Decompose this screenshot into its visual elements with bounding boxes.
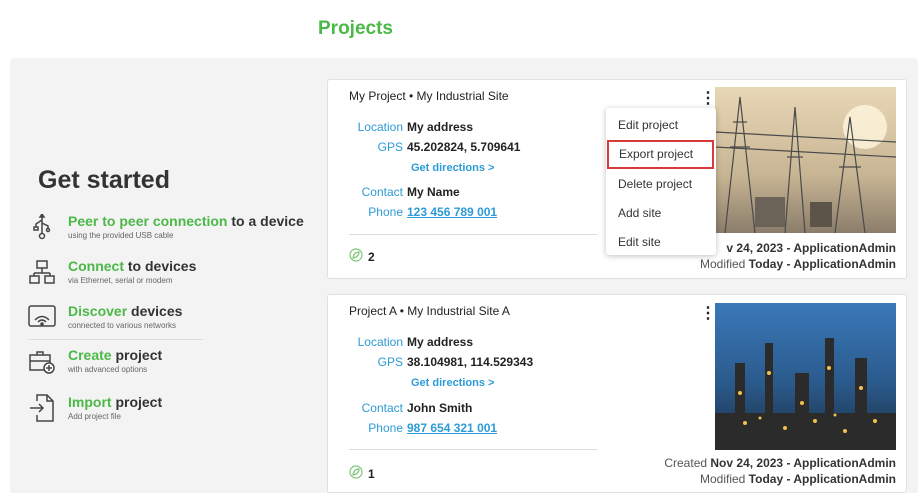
- get-directions-link[interactable]: Get directions >: [411, 162, 494, 174]
- peer-to-peer-rest: to a device: [227, 213, 304, 229]
- project-meta: v 24, 2023 - ApplicationAdmin Modified T…: [700, 240, 896, 272]
- phone-label: Phone: [368, 421, 403, 435]
- gps-value: 38.104981, 114.529343: [407, 355, 534, 369]
- gps-value: 45.202824, 5.709641: [407, 140, 521, 154]
- created-label: Created: [664, 456, 708, 470]
- contact-label: Contact: [361, 401, 403, 415]
- connect-rest: to devices: [124, 258, 197, 274]
- create-project-action[interactable]: Create project with advanced options: [28, 347, 162, 375]
- gps-label: GPS: [377, 140, 403, 154]
- site-count-value: 1: [368, 466, 375, 481]
- project-photo: [715, 303, 896, 450]
- peer-to-peer-sub: using the provided USB cable: [68, 231, 174, 240]
- location-label: Location: [357, 335, 403, 349]
- connect-accent: Connect: [68, 258, 124, 274]
- contact-value: My Name: [407, 185, 460, 199]
- site-leaf-icon: [349, 465, 363, 482]
- connect-sub: via Ethernet, serial or modem: [68, 276, 173, 285]
- contact-value: John Smith: [407, 401, 473, 415]
- modified-label: Modified: [699, 257, 746, 271]
- create-rest: project: [111, 347, 163, 363]
- more-options-icon[interactable]: ⋮: [700, 91, 716, 107]
- contact-label: Contact: [361, 185, 403, 199]
- phone-label: Phone: [368, 205, 403, 219]
- gps-label: GPS: [377, 355, 403, 369]
- import-rest: project: [111, 394, 163, 410]
- modified-value: Today - ApplicationAdmin: [748, 257, 896, 271]
- menu-item-edit-site[interactable]: Edit site: [606, 228, 716, 257]
- import-icon: [28, 394, 56, 422]
- site-count: 2: [349, 248, 375, 265]
- location-label: Location: [357, 120, 403, 134]
- created-value: Nov 24, 2023 - ApplicationAdmin: [710, 456, 896, 470]
- site-count: 1: [349, 465, 375, 482]
- created-value: v 24, 2023 - ApplicationAdmin: [726, 241, 896, 255]
- create-sub: with advanced options: [68, 365, 148, 374]
- peer-to-peer-action[interactable]: Peer to peer connection to a device usin…: [28, 213, 304, 241]
- import-sub: Add project file: [68, 412, 121, 421]
- network-icon: [28, 258, 56, 286]
- peer-to-peer-accent: Peer to peer connection: [68, 213, 228, 229]
- create-project-icon: [28, 347, 56, 375]
- import-project-action[interactable]: Import project Add project file: [28, 394, 162, 422]
- page-title: Projects: [318, 18, 393, 39]
- site-count-value: 2: [368, 249, 375, 264]
- get-started-title: Get started: [38, 166, 170, 194]
- location-value: My address: [407, 120, 474, 134]
- phone-link[interactable]: 987 654 321 001: [407, 421, 497, 435]
- card-divider: [349, 449, 597, 450]
- project-title: Project A • My Industrial Site A: [349, 304, 510, 318]
- card-divider: [349, 234, 597, 235]
- import-accent: Import: [68, 394, 112, 410]
- get-directions-link[interactable]: Get directions >: [411, 377, 494, 389]
- project-meta: Created Nov 24, 2023 - ApplicationAdmin …: [664, 455, 896, 487]
- modified-value: Today - ApplicationAdmin: [748, 472, 896, 486]
- project-photo: [715, 87, 896, 233]
- more-options-icon[interactable]: ⋮: [700, 306, 716, 322]
- get-started-divider: [28, 339, 203, 340]
- discover-accent: Discover: [68, 303, 128, 319]
- project-title: My Project • My Industrial Site: [349, 89, 509, 103]
- menu-item-add-site[interactable]: Add site: [606, 199, 716, 228]
- discover-rest: devices: [127, 303, 183, 319]
- connect-devices-action[interactable]: Connect to devices via Ethernet, serial …: [28, 258, 196, 286]
- usb-icon: [28, 213, 56, 241]
- location-value: My address: [407, 335, 474, 349]
- menu-item-delete-project[interactable]: Delete project: [606, 170, 716, 199]
- site-leaf-icon: [349, 248, 363, 265]
- project-context-menu: Edit project Export project Delete proje…: [606, 108, 716, 255]
- project-card[interactable]: Project A • My Industrial Site A ⋮ Locat…: [327, 294, 907, 493]
- wifi-discover-icon: [28, 303, 56, 331]
- modified-label: Modified: [699, 472, 746, 486]
- menu-item-edit-project[interactable]: Edit project: [606, 111, 716, 140]
- discover-devices-action[interactable]: Discover devices connected to various ne…: [28, 303, 182, 331]
- menu-item-export-project[interactable]: Export project: [607, 140, 714, 169]
- discover-sub: connected to various networks: [68, 321, 177, 330]
- create-accent: Create: [68, 347, 112, 363]
- phone-link[interactable]: 123 456 789 001: [407, 205, 497, 219]
